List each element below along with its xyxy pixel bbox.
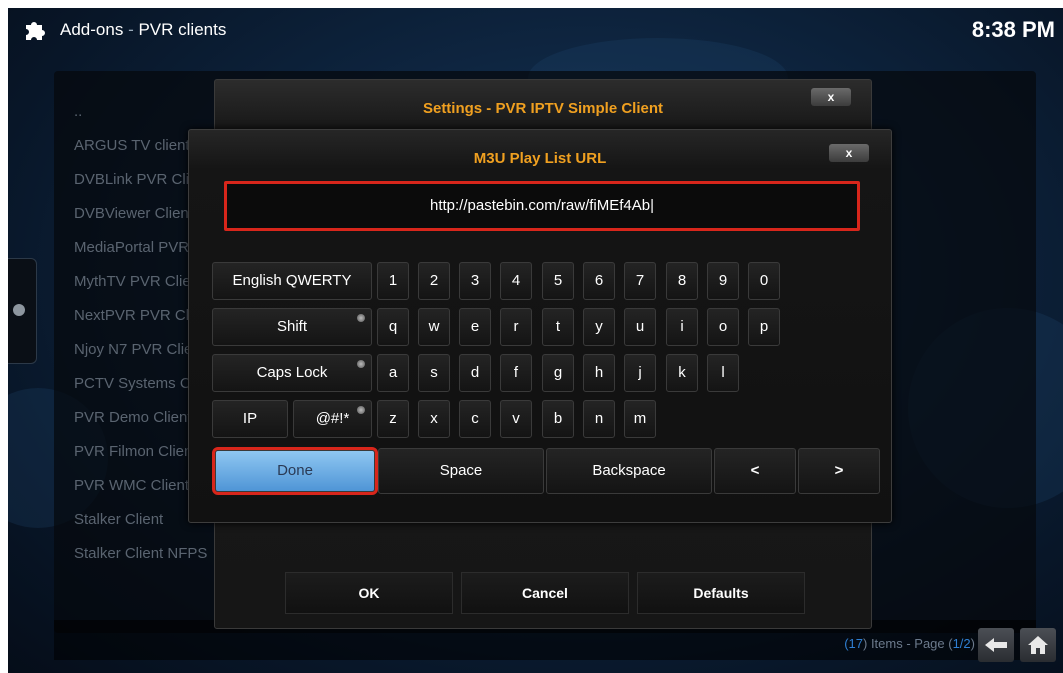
- key-t[interactable]: t: [542, 308, 574, 346]
- key-5[interactable]: 5: [542, 262, 574, 300]
- key-c[interactable]: c: [459, 400, 491, 438]
- symbols-label: @#!*: [315, 410, 350, 427]
- shift-key[interactable]: Shift: [212, 308, 372, 346]
- key-4[interactable]: 4: [500, 262, 532, 300]
- clock: 8:38 PM: [971, 17, 1055, 42]
- key-e[interactable]: e: [459, 308, 491, 346]
- breadcrumb-section: Add-ons: [60, 20, 124, 39]
- led-indicator-icon: [357, 314, 365, 322]
- settings-dialog-title: Settings - PVR IPTV Simple Client: [422, 100, 664, 117]
- key-p[interactable]: p: [748, 308, 780, 346]
- key-m[interactable]: m: [624, 400, 656, 438]
- puzzle-icon: [26, 22, 45, 40]
- breadcrumb: Add-ons - PVR clients: [60, 20, 226, 40]
- done-button[interactable]: Done: [212, 447, 378, 495]
- page-close: ): [970, 636, 975, 651]
- key-1[interactable]: 1: [377, 262, 409, 300]
- key-a[interactable]: a: [377, 354, 409, 392]
- list-item[interactable]: Stalker Client NFPS: [74, 545, 224, 569]
- ip-key[interactable]: IP: [212, 400, 288, 438]
- cancel-button[interactable]: Cancel: [461, 572, 629, 614]
- key-z[interactable]: z: [377, 400, 409, 438]
- home-button[interactable]: [1020, 628, 1056, 662]
- key-y[interactable]: y: [583, 308, 615, 346]
- keyboard-dialog: M3U Play List URL x http://pastebin.com/…: [188, 129, 892, 523]
- key-d[interactable]: d: [459, 354, 491, 392]
- key-0[interactable]: 0: [748, 262, 780, 300]
- home-icon: [1028, 636, 1048, 654]
- key-s[interactable]: s: [418, 354, 450, 392]
- key-n[interactable]: n: [583, 400, 615, 438]
- key-u[interactable]: u: [624, 308, 656, 346]
- key-v[interactable]: v: [500, 400, 532, 438]
- keyboard-close-button[interactable]: x: [829, 144, 869, 162]
- key-h[interactable]: h: [583, 354, 615, 392]
- key-k[interactable]: k: [666, 354, 698, 392]
- key-x[interactable]: x: [418, 400, 450, 438]
- space-key[interactable]: Space: [378, 448, 544, 494]
- kodi-screen: Add-ons - PVR clients 8:38 PM .. ARGUS T…: [8, 8, 1063, 673]
- symbols-key[interactable]: @#!*: [293, 400, 372, 438]
- key-b[interactable]: b: [542, 400, 574, 438]
- key-8[interactable]: 8: [666, 262, 698, 300]
- key-l[interactable]: l: [707, 354, 739, 392]
- keyboard-dialog-title: M3U Play List URL: [473, 150, 607, 167]
- key-r[interactable]: r: [500, 308, 532, 346]
- item-count: (17: [844, 636, 863, 651]
- page-number: 1/2: [952, 636, 971, 651]
- key-j[interactable]: j: [624, 354, 656, 392]
- side-menu-tab[interactable]: [8, 258, 37, 364]
- settings-close-button[interactable]: x: [811, 88, 851, 106]
- ok-button[interactable]: OK: [285, 572, 453, 614]
- led-indicator-icon: [357, 360, 365, 368]
- items-page-info: (17) Items - Page (1/2): [844, 636, 975, 651]
- circle-icon: [13, 304, 25, 316]
- defaults-button[interactable]: Defaults: [637, 572, 805, 614]
- breadcrumb-separator: -: [128, 20, 134, 39]
- key-g[interactable]: g: [542, 354, 574, 392]
- key-2[interactable]: 2: [418, 262, 450, 300]
- url-input[interactable]: http://pastebin.com/raw/fiMEf4Ab|: [224, 181, 860, 231]
- key-6[interactable]: 6: [583, 262, 615, 300]
- cursor-right-key[interactable]: >: [798, 448, 880, 494]
- key-3[interactable]: 3: [459, 262, 491, 300]
- key-w[interactable]: w: [418, 308, 450, 346]
- key-q[interactable]: q: [377, 308, 409, 346]
- shift-label: Shift: [276, 318, 307, 335]
- breadcrumb-subsection: PVR clients: [138, 20, 227, 39]
- items-label: ) Items - Page (: [863, 636, 953, 651]
- led-indicator-icon: [357, 406, 365, 414]
- key-f[interactable]: f: [500, 354, 532, 392]
- list-item[interactable]: ..: [74, 103, 224, 127]
- key-o[interactable]: o: [707, 308, 739, 346]
- backspace-key[interactable]: Backspace: [546, 448, 712, 494]
- key-9[interactable]: 9: [707, 262, 739, 300]
- key-i[interactable]: i: [666, 308, 698, 346]
- back-button[interactable]: [978, 628, 1014, 662]
- capslock-label: Caps Lock: [256, 364, 328, 381]
- key-7[interactable]: 7: [624, 262, 656, 300]
- capslock-key[interactable]: Caps Lock: [212, 354, 372, 392]
- layout-key[interactable]: English QWERTY: [212, 262, 372, 300]
- cursor-left-key[interactable]: <: [714, 448, 796, 494]
- back-arrow-icon: [985, 638, 1007, 652]
- top-bar: Add-ons - PVR clients 8:38 PM: [8, 8, 1063, 56]
